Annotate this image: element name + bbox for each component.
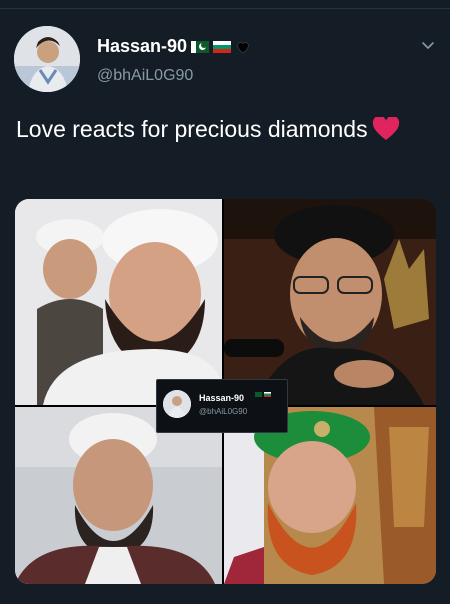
- display-name[interactable]: Hassan-90: [97, 36, 187, 57]
- user-handle[interactable]: @bhAiL0G90: [97, 67, 193, 85]
- chevron-down-icon[interactable]: [420, 37, 436, 53]
- quoted-handle: @bhAiL0G90: [199, 407, 248, 416]
- quoted-display-name: Hassan-90: [199, 393, 245, 403]
- black-heart-icon: [237, 41, 249, 53]
- quoted-avatar: [163, 390, 191, 418]
- quoted-pakistan-flag-icon: [255, 392, 262, 397]
- red-heart-icon: [372, 117, 399, 140]
- profile-avatar[interactable]: [14, 26, 80, 92]
- name-row: Hassan-90: [97, 36, 251, 57]
- quoted-flags: [255, 392, 271, 397]
- bulgaria-flag-icon: [213, 40, 232, 53]
- photo-top-right[interactable]: [224, 199, 436, 405]
- top-divider: [0, 8, 450, 9]
- photo-top-left[interactable]: [15, 199, 222, 405]
- quoted-bulgaria-flag-icon: [264, 392, 271, 397]
- photo-bottom-right[interactable]: [224, 407, 436, 584]
- photo-bottom-left[interactable]: [15, 407, 222, 584]
- tweet-text: Love reacts for precious diamonds: [16, 113, 436, 146]
- quoted-tweet-card[interactable]: Hassan-90 @bhAiL0G90: [156, 379, 288, 433]
- tweet-text-body: Love reacts for precious diamonds: [16, 116, 368, 142]
- pakistan-flag-icon: [191, 40, 210, 53]
